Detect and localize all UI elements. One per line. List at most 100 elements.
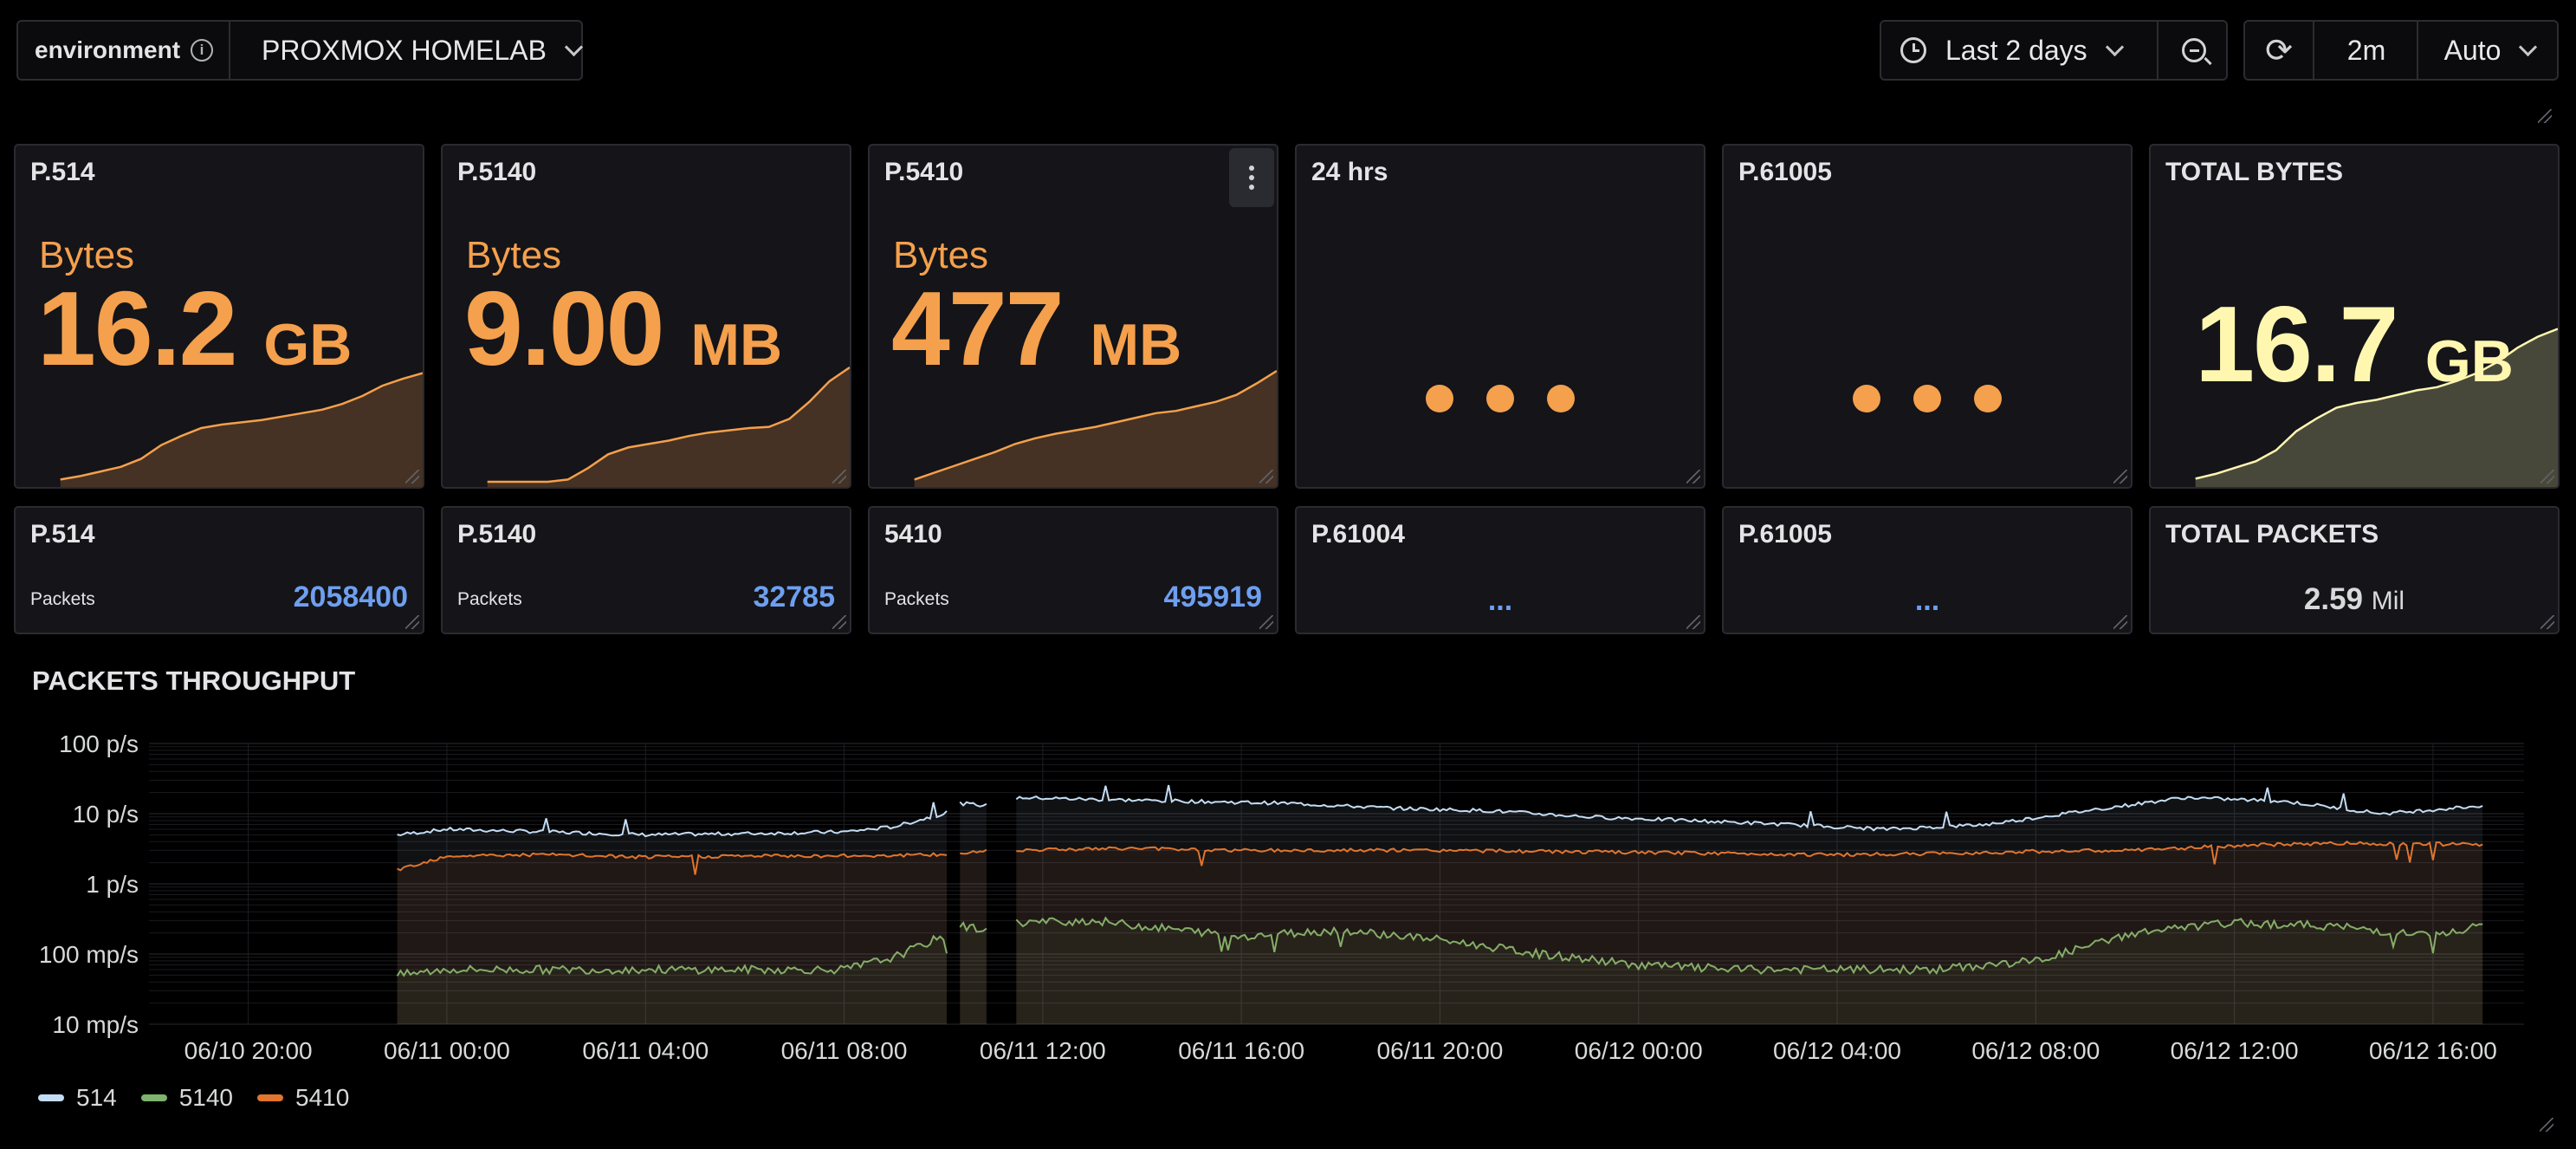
refresh-mode-text: Auto (2443, 34, 2502, 66)
packets-label: Packets (457, 589, 522, 609)
chevron-down-icon (564, 37, 584, 56)
stat-panel-p61005[interactable]: P.61005 (1722, 144, 2133, 489)
series-area-5410 (960, 849, 987, 1024)
legend-swatch (38, 1094, 64, 1101)
resize-handle-icon[interactable] (2540, 1118, 2553, 1132)
resize-handle-icon[interactable] (2113, 470, 2127, 484)
y-tick-label: 100 p/s (59, 730, 139, 757)
sparkline (487, 366, 850, 487)
stat-panel-total-bytes[interactable]: TOTAL BYTES 16.7 GB (2149, 144, 2560, 489)
x-tick-label: 06/11 00:00 (384, 1037, 510, 1064)
resize-handle-icon[interactable] (2540, 470, 2554, 484)
stat-number: 16.7 (2195, 285, 2398, 405)
resize-handle-icon[interactable] (2113, 615, 2127, 629)
packets-value: ... (1487, 584, 1513, 617)
legend-item-5410[interactable]: 5410 (257, 1084, 349, 1112)
refresh-button[interactable]: ⟳ (2245, 22, 2314, 79)
x-tick-label: 06/11 12:00 (980, 1037, 1106, 1064)
chart-title: PACKETS THROUGHPUT (32, 665, 356, 696)
packets-label: Packets (884, 589, 949, 609)
y-tick-label: 100 mp/s (39, 941, 139, 968)
series-area-5410 (1016, 841, 2483, 1024)
variable-value-dropdown[interactable]: PROXMOX HOMELAB (232, 22, 584, 79)
legend-label: 5140 (178, 1084, 234, 1111)
chevron-down-icon (2519, 37, 2538, 56)
legend-item-5140[interactable]: 5140 (140, 1084, 234, 1112)
packets-panel-total[interactable]: TOTAL PACKETS 2.59 Mil (2149, 506, 2560, 634)
resize-handle-icon[interactable] (1259, 615, 1273, 629)
x-tick-label: 06/12 16:00 (2369, 1037, 2497, 1064)
refresh-interval[interactable]: 2m (2316, 22, 2418, 79)
panel-title: P.5140 (457, 158, 537, 186)
packets-value: 495919 (1163, 581, 1262, 613)
loading-indicator (1724, 385, 2131, 412)
time-range-text: Last 2 days (1945, 34, 2087, 66)
packets-value: 2.59 Mil (2151, 582, 2558, 617)
legend-item-514[interactable]: 514 (38, 1084, 117, 1112)
panel-title: P.61005 (1738, 520, 1832, 549)
sparkline (914, 369, 1277, 487)
variable-label-text: environment (35, 36, 181, 63)
stat-panel-p514-bytes[interactable]: P.514 Bytes 16.2 GB (14, 144, 424, 489)
sparkline (60, 372, 423, 487)
sparkline-area (914, 371, 1277, 487)
packets-panel-p61004[interactable]: P.61004 ... (1295, 506, 1705, 634)
packets-label: Packets (30, 589, 95, 609)
panel-menu-icon[interactable] (1229, 148, 1274, 207)
stat-unit: GB (2424, 328, 2514, 394)
packets-panel-p61005[interactable]: P.61005 ... (1722, 506, 2133, 634)
loading-indicator (1297, 385, 1704, 412)
panel-title: P.61005 (1738, 158, 1832, 186)
resize-handle-icon[interactable] (2538, 109, 2552, 123)
refresh-icon: ⟳ (2265, 32, 2293, 69)
sparkline-area (487, 367, 850, 487)
stat-value: 16.7 GB (2151, 291, 2558, 399)
variable-label: environment i (18, 22, 230, 79)
x-tick-label: 06/12 00:00 (1575, 1037, 1703, 1064)
panel-title: TOTAL BYTES (2165, 158, 2344, 186)
refresh-interval-text: 2m (2346, 34, 2386, 66)
panel-title: P.514 (30, 520, 95, 549)
throughput-chart[interactable]: 100 p/s 10 p/s 1 p/s 100 mp/s 10 mp/s 06/10 2… (0, 711, 2576, 1074)
stat-panel-p5140-bytes[interactable]: P.5140 Bytes 9.00 MB (441, 144, 851, 489)
x-tick-label: 06/11 04:00 (582, 1037, 709, 1064)
legend-label: 5410 (295, 1084, 350, 1111)
stat-panel-24hrs[interactable]: 24 hrs (1295, 144, 1705, 489)
refresh-controls: ⟳ 2m Auto (2243, 20, 2559, 81)
resize-handle-icon[interactable] (405, 470, 419, 484)
time-range-picker[interactable]: Last 2 days (1881, 22, 2159, 79)
resize-handle-icon[interactable] (1686, 615, 1700, 629)
resize-handle-icon[interactable] (832, 470, 846, 484)
x-tick-label: 06/10 20:00 (184, 1037, 313, 1064)
packets-panel-5410[interactable]: 5410 Packets 495919 (868, 506, 1278, 634)
packets-value: ... (1914, 584, 1940, 617)
x-tick-label: 06/11 16:00 (1178, 1037, 1304, 1064)
packets-number: 2.59 (2303, 582, 2364, 616)
packets-panel-p5140[interactable]: P.5140 Packets 32785 (441, 506, 851, 634)
variable-value-text: PROXMOX HOMELAB (262, 34, 547, 66)
y-tick-label: 10 p/s (73, 801, 139, 828)
refresh-mode-dropdown[interactable]: Auto (2420, 22, 2559, 79)
resize-handle-icon[interactable] (1686, 470, 1700, 484)
chevron-down-icon (2105, 37, 2124, 56)
panel-title: P.5140 (457, 520, 537, 549)
x-tick-label: 06/11 20:00 (1377, 1037, 1504, 1064)
packets-panel-p514[interactable]: P.514 Packets 2058400 (14, 506, 424, 634)
panel-title: 5410 (884, 520, 942, 549)
stat-panel-p5410-bytes[interactable]: P.5410 Bytes 477 MB (868, 144, 1278, 489)
zoom-out-icon (2182, 38, 2206, 62)
packets-value: 2058400 (293, 581, 408, 613)
info-icon[interactable]: i (191, 39, 214, 62)
legend-label: 514 (76, 1084, 117, 1111)
zoom-out-button[interactable] (2160, 22, 2228, 79)
resize-handle-icon[interactable] (832, 615, 846, 629)
legend-swatch (140, 1094, 167, 1101)
legend-swatch (257, 1094, 284, 1101)
packets-unit: Mil (2371, 587, 2405, 615)
resize-handle-icon[interactable] (1259, 470, 1273, 484)
y-tick-label: 1 p/s (86, 871, 139, 898)
resize-handle-icon[interactable] (405, 615, 419, 629)
resize-handle-icon[interactable] (2540, 615, 2554, 629)
x-tick-label: 06/12 12:00 (2171, 1037, 2299, 1064)
series-area-5410 (397, 853, 948, 1024)
